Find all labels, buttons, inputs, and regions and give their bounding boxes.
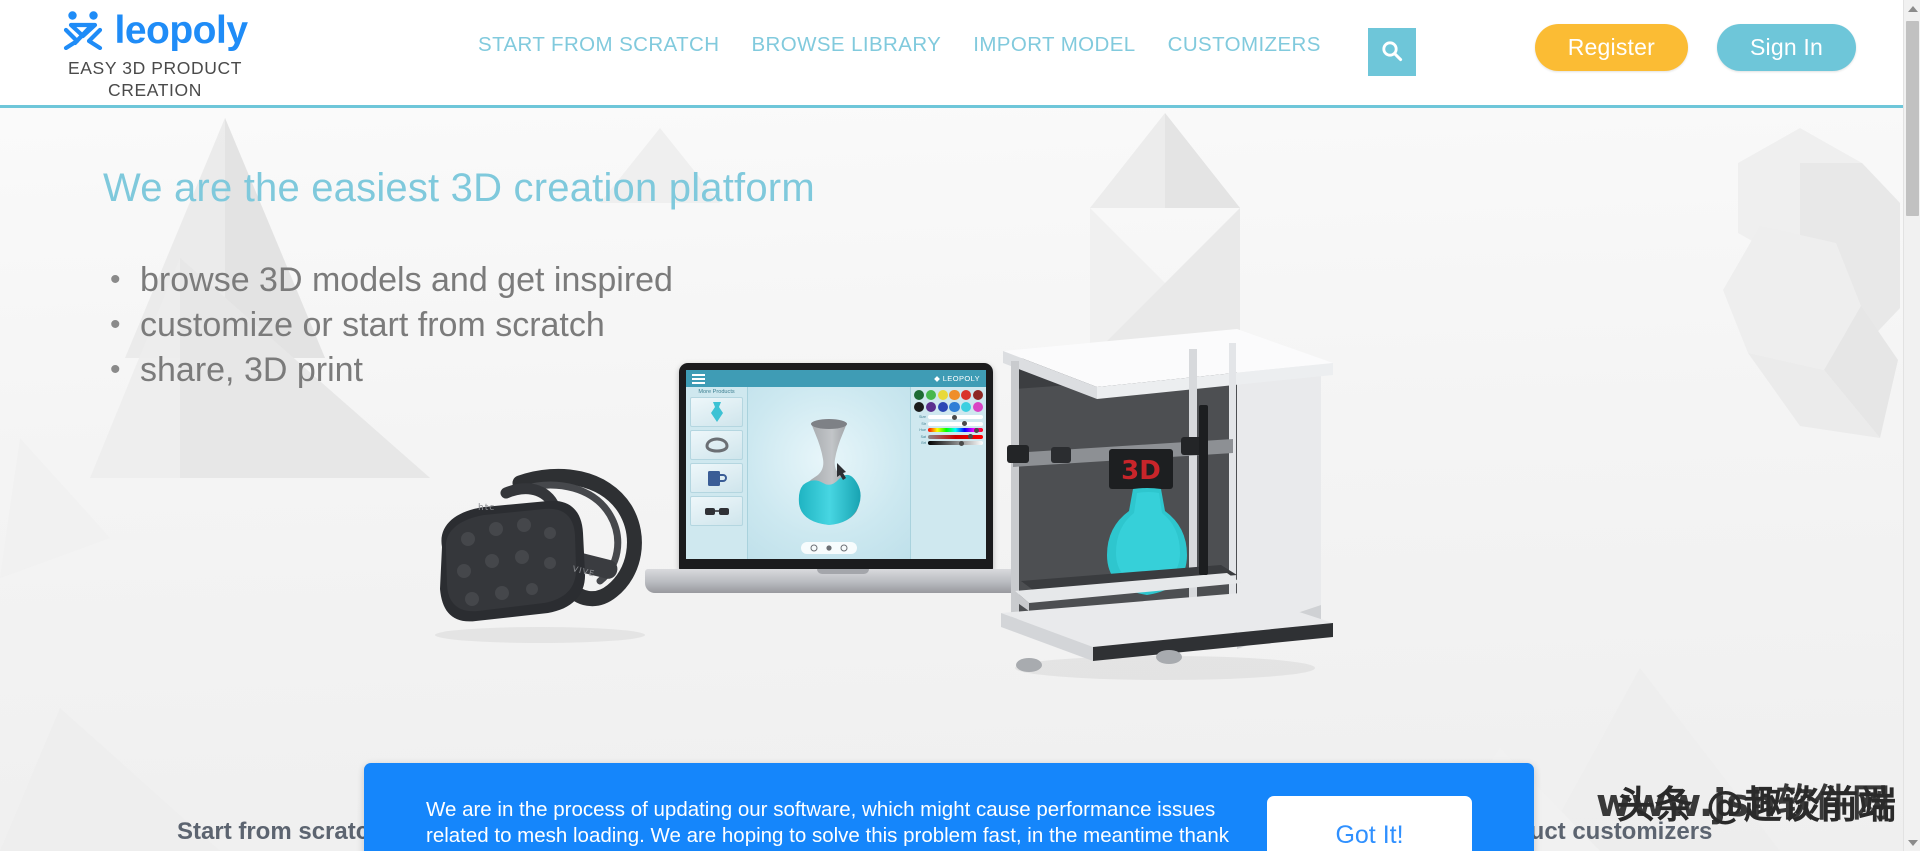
hero-bullet-1: browse 3D models and get inspired xyxy=(108,257,673,303)
nav-item-start-from-scratch[interactable]: START FROM SCRATCH xyxy=(478,33,719,57)
update-notification-banner: We are in the process of updating our so… xyxy=(364,763,1534,851)
scrollbar-up-arrow[interactable] xyxy=(1904,0,1920,17)
app-topbar: ◆ LEOLEOPOLYPOLY xyxy=(686,370,986,387)
nav-item-customizers[interactable]: CUSTOMIZERS xyxy=(1168,33,1321,57)
nav-item-import-model[interactable]: IMPORT MODEL xyxy=(973,33,1135,57)
hue-slider[interactable]: Hue xyxy=(914,427,983,433)
laptop-base xyxy=(645,569,1040,593)
hero-section: We are the easiest 3D creation platform … xyxy=(0,108,1903,851)
notification-message: We are in the process of updating our so… xyxy=(426,797,1229,851)
got-it-button[interactable]: Got It! xyxy=(1267,796,1472,851)
strength-slider[interactable]: Str xyxy=(914,421,983,426)
product-thumb-glasses[interactable] xyxy=(690,496,743,526)
hero-title: We are the easiest 3D creation platform xyxy=(103,166,815,210)
page-root: leopoly EASY 3D PRODUCT CREATION START F… xyxy=(0,0,1920,851)
product-thumb-bracelet[interactable] xyxy=(690,430,743,460)
product-thumb-vase[interactable] xyxy=(690,397,743,427)
search-button[interactable] xyxy=(1368,28,1416,76)
vr-headset-image: htc VIVE xyxy=(435,468,645,643)
page-scrollbar[interactable] xyxy=(1903,0,1920,851)
feature-start-from-scratch[interactable]: Start from scratch xyxy=(177,818,384,846)
logo-wordmark: leopoly xyxy=(114,8,248,52)
vase-model xyxy=(798,419,861,525)
auth-buttons: Register Sign In xyxy=(1534,24,1856,71)
saturation-slider[interactable]: Sat xyxy=(914,434,983,439)
hamburger-menu-icon[interactable] xyxy=(692,373,705,384)
scrollbar-thumb[interactable] xyxy=(1906,21,1919,216)
product-thumb-mug[interactable] xyxy=(690,463,743,493)
laptop-screen-bezel: ◆ LEOLEOPOLYPOLY More Products xyxy=(679,363,993,571)
laptop-screen: ◆ LEOLEOPOLYPOLY More Products xyxy=(686,370,986,559)
signin-button[interactable]: Sign In xyxy=(1716,24,1856,71)
leopoly-logo-icon xyxy=(62,10,104,50)
brightness-slider[interactable]: Brt xyxy=(914,440,983,446)
main-navigation: START FROM SCRATCH BROWSE LIBRARY IMPORT… xyxy=(478,33,1321,57)
3d-printer-image: 3D xyxy=(1001,329,1333,680)
app-products-panel: More Products xyxy=(686,387,748,559)
site-header: leopoly EASY 3D PRODUCT CREATION START F… xyxy=(0,0,1903,107)
register-button[interactable]: Register xyxy=(1534,24,1688,71)
products-panel-title: More Products xyxy=(698,389,735,395)
laptop-notch xyxy=(816,569,869,574)
printer-3d-label: 3D xyxy=(1121,456,1161,486)
hero-bullet-list: browse 3D models and get inspired custom… xyxy=(108,257,673,393)
hero-bullet-2: customize or start from scratch xyxy=(108,302,673,348)
color-swatches[interactable] xyxy=(914,390,983,412)
app-3d-viewport[interactable] xyxy=(748,387,910,559)
scrollbar-down-arrow[interactable] xyxy=(1904,834,1920,851)
app-body: More Products Size Str Hue Sat Brt xyxy=(686,387,986,559)
app-tools-panel: Size Str Hue Sat Brt xyxy=(910,387,986,559)
search-icon xyxy=(1381,40,1403,65)
nav-item-browse-library[interactable]: BROWSE LIBRARY xyxy=(751,33,941,57)
svg-text:htc: htc xyxy=(478,503,495,513)
logo-tagline: EASY 3D PRODUCT CREATION xyxy=(68,58,242,100)
laptop-image: ◆ LEOLEOPOLYPOLY More Products xyxy=(645,363,1040,663)
header-divider xyxy=(0,105,1903,108)
site-logo[interactable]: leopoly EASY 3D PRODUCT CREATION xyxy=(40,10,270,102)
hero-bullet-3: share, 3D print xyxy=(108,347,673,393)
app-brand-label: ◆ LEOLEOPOLYPOLY xyxy=(934,374,980,383)
viewport-zoom-controls[interactable] xyxy=(801,542,857,554)
size-slider[interactable]: Size xyxy=(914,414,983,420)
